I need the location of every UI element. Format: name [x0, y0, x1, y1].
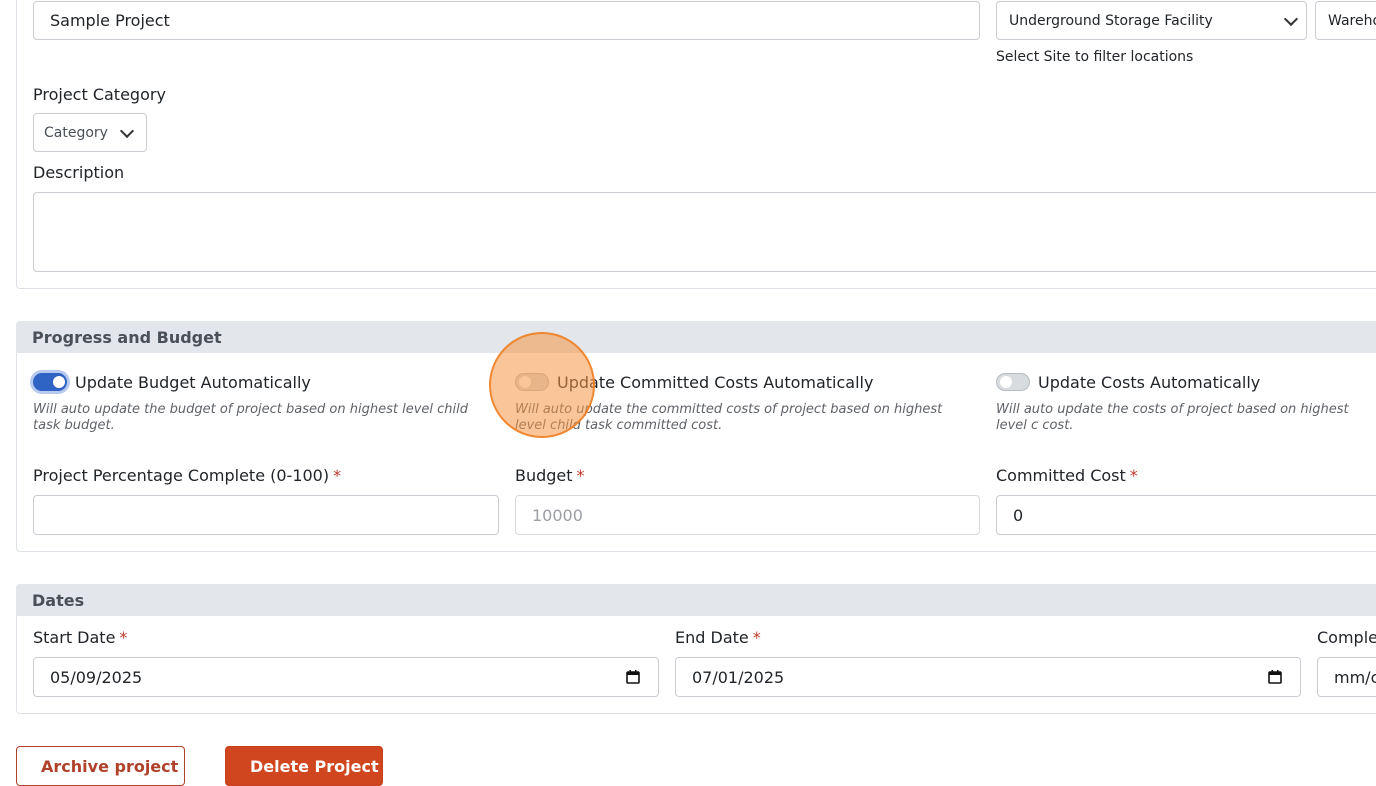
update-committed-costs-label: Update Committed Costs Automatically [557, 373, 874, 392]
calendar-icon[interactable] [626, 670, 640, 684]
update-costs-label: Update Costs Automatically [1038, 373, 1261, 392]
update-costs-note: Will auto update the costs of project ba… [996, 402, 1349, 433]
end-date-input[interactable]: 07/01/2025 [675, 657, 1301, 697]
update-costs-toggle[interactable] [996, 373, 1030, 391]
end-date-label: End Date * [675, 628, 761, 647]
general-panel-border [16, 0, 1376, 289]
percent-complete-label: Project Percentage Complete (0-100) * [33, 466, 342, 485]
delete-project-button[interactable]: Delete Project [225, 746, 383, 786]
update-committed-costs-note: Will auto update the committed costs of … [515, 402, 943, 433]
committed-cost-label: Committed Cost * [996, 466, 1138, 485]
completion-date-label: Complet [1317, 628, 1376, 647]
required-mark: * [1129, 466, 1138, 485]
update-budget-label: Update Budget Automatically [75, 373, 311, 392]
toggle-knob [53, 376, 65, 388]
toggle-knob [1000, 376, 1012, 388]
dates-header: Dates [16, 584, 1376, 616]
percent-complete-input[interactable] [33, 495, 499, 535]
committed-cost-value: 0 [1013, 505, 1024, 525]
update-budget-note: Will auto update the budget of project b… [33, 402, 468, 433]
calendar-icon[interactable] [1268, 670, 1282, 684]
required-mark: * [333, 466, 342, 485]
required-mark: * [752, 628, 761, 647]
delete-project-label: Delete Project [250, 757, 379, 776]
toggle-knob [519, 376, 531, 388]
budget-label: Budget * [515, 466, 585, 485]
dates-title: Dates [32, 590, 85, 610]
required-mark: * [119, 628, 128, 647]
completion-date-value: mm/c [1334, 667, 1376, 687]
progress-budget-header: Progress and Budget [16, 321, 1376, 353]
completion-date-input[interactable]: mm/c [1317, 657, 1376, 697]
start-date-input[interactable]: 05/09/2025 [33, 657, 659, 697]
update-budget-toggle[interactable] [33, 373, 67, 391]
end-date-value: 07/01/2025 [692, 667, 785, 687]
budget-input[interactable]: 10000 [515, 495, 980, 535]
budget-placeholder: 10000 [532, 505, 583, 525]
required-mark: * [576, 466, 585, 485]
start-date-label: Start Date * [33, 628, 128, 647]
progress-budget-title: Progress and Budget [32, 327, 222, 347]
committed-cost-input[interactable]: 0 [996, 495, 1376, 535]
archive-project-label: Archive project [41, 757, 179, 776]
update-committed-costs-toggle[interactable] [515, 373, 549, 391]
archive-project-button[interactable]: Archive project [16, 746, 185, 786]
start-date-value: 05/09/2025 [50, 667, 143, 687]
